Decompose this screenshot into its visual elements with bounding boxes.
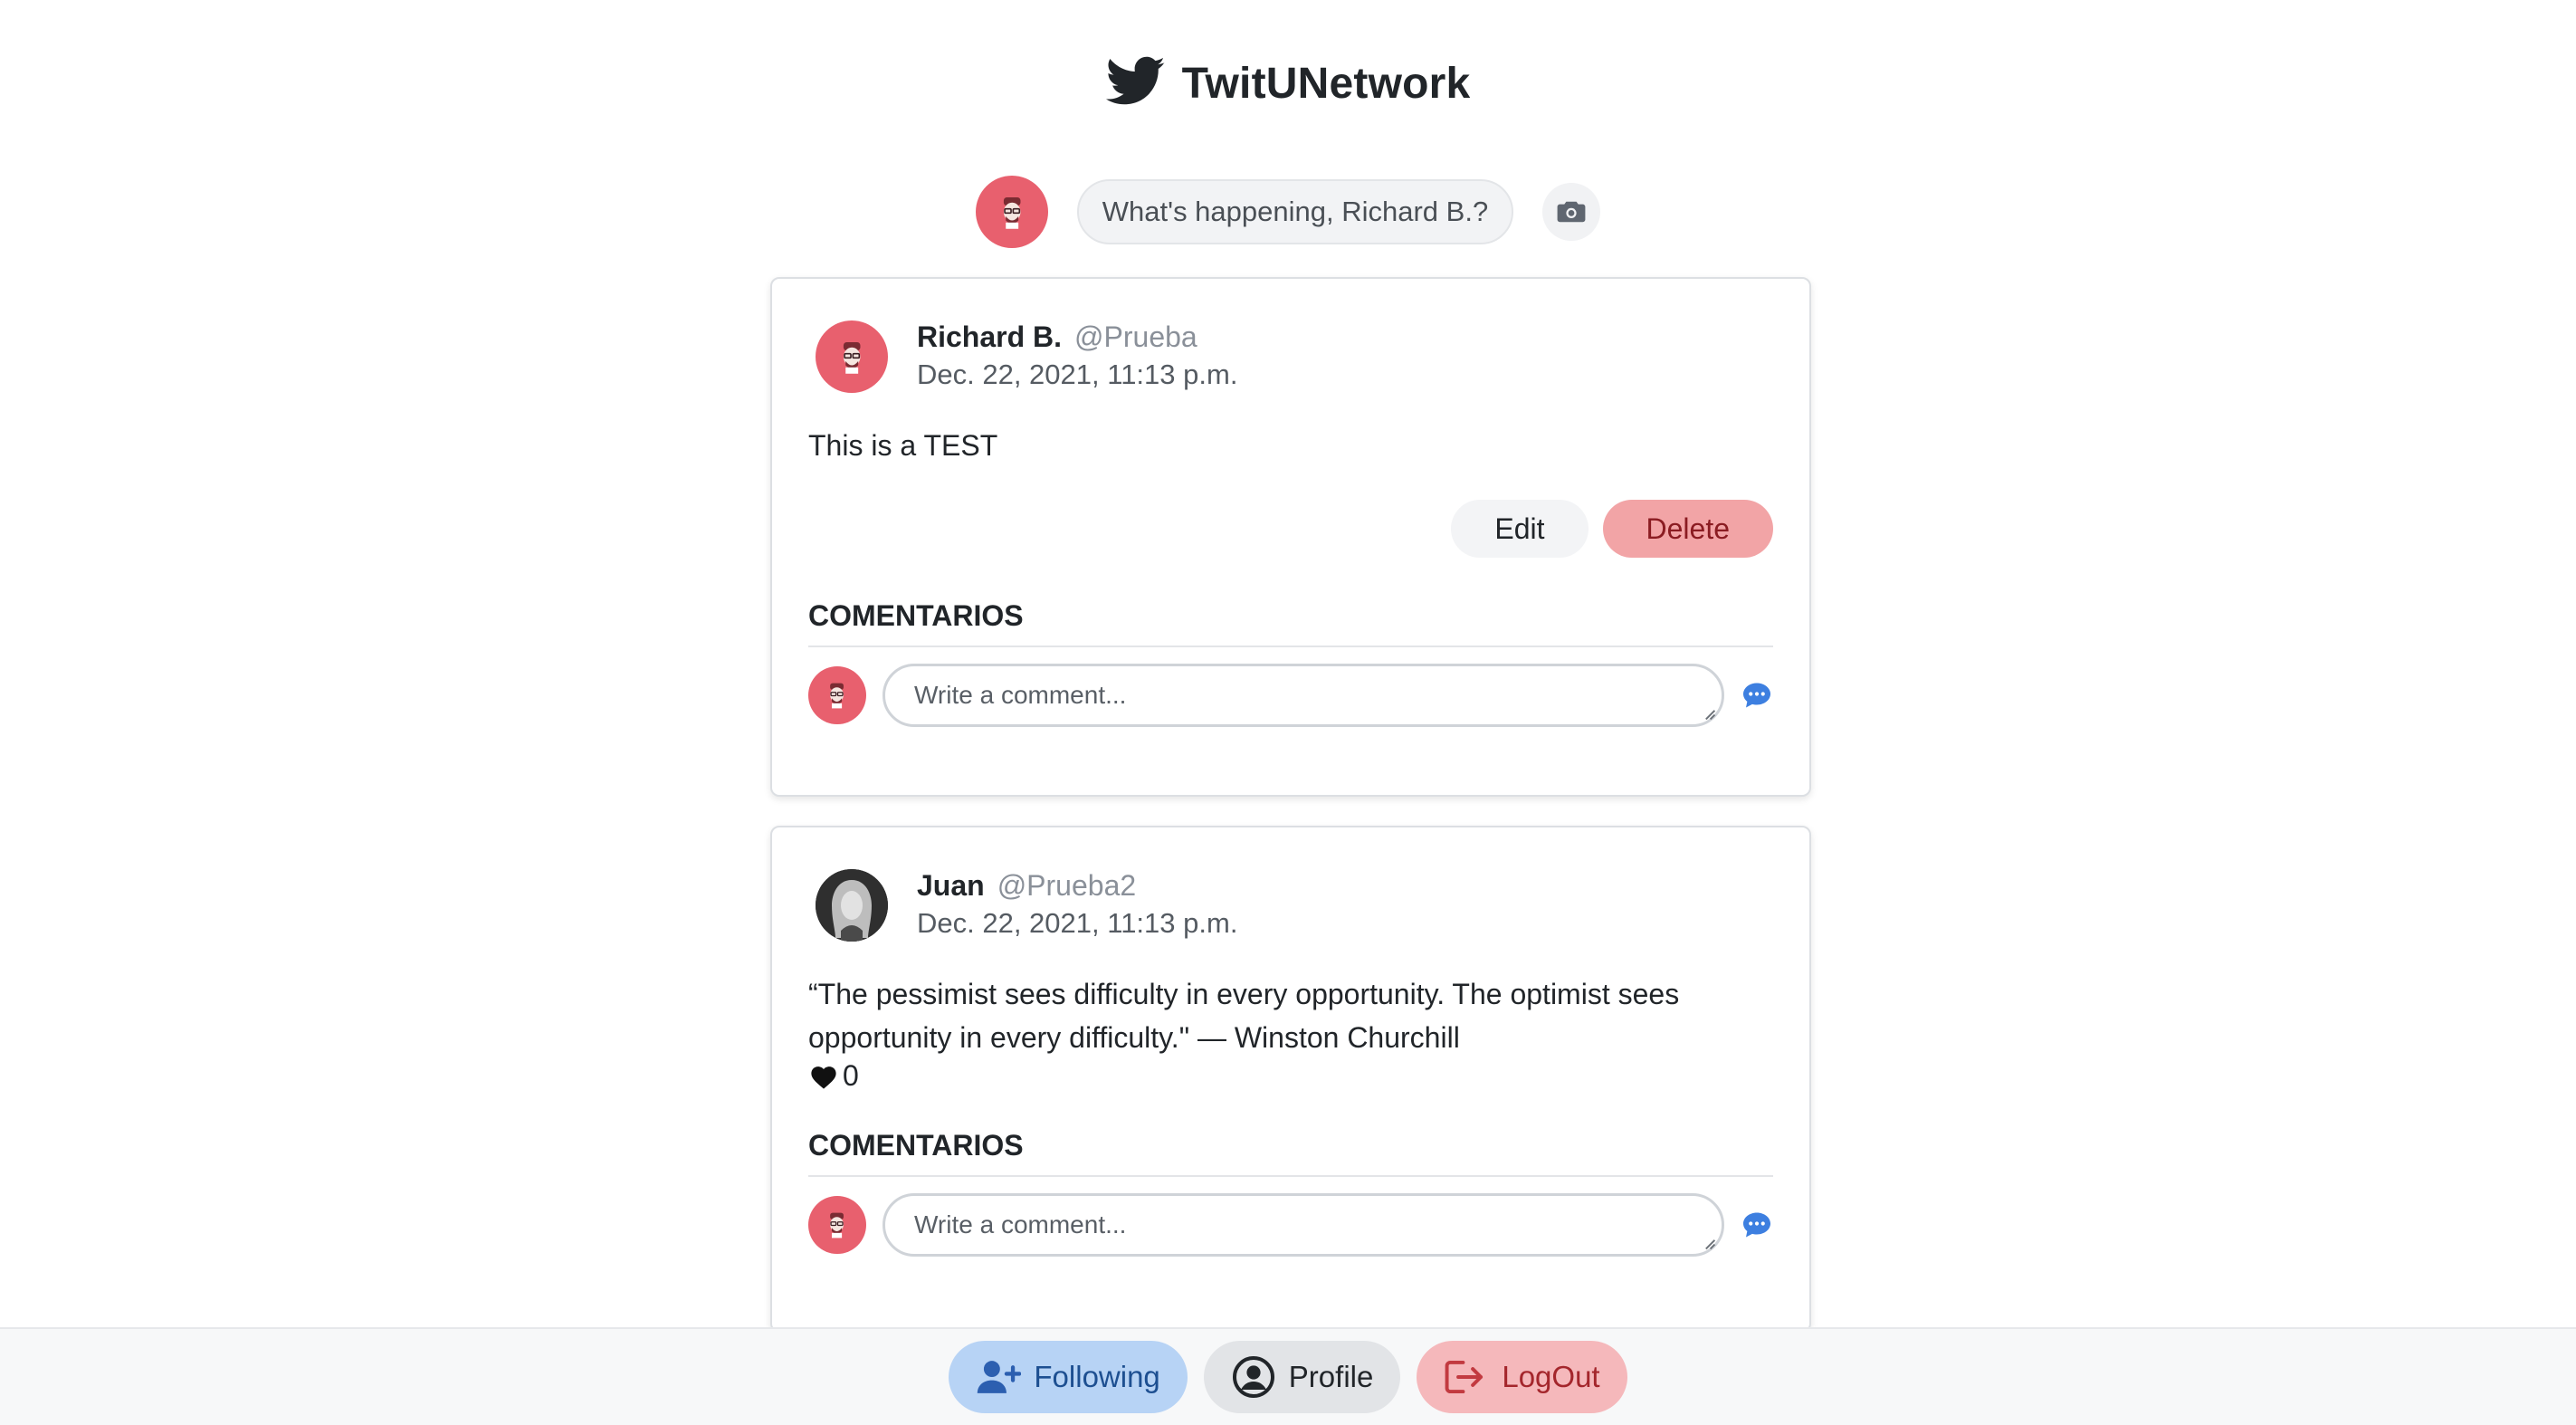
avatar xyxy=(975,176,1048,248)
bottom-nav: Following Profile LogOut xyxy=(0,1327,2576,1425)
author-name[interactable]: Richard B. xyxy=(917,320,1062,353)
user-avatar-icon xyxy=(843,341,861,374)
avatar[interactable] xyxy=(816,869,888,942)
post-date: Dec. 22, 2021, 11:13 p.m. xyxy=(917,907,1238,939)
logout-label: LogOut xyxy=(1502,1360,1600,1393)
comment-input[interactable]: Write a comment... xyxy=(883,1193,1724,1257)
post-text: This is a TEST xyxy=(808,429,998,462)
avatar xyxy=(808,1196,866,1254)
comment-placeholder: Write a comment... xyxy=(914,1210,1127,1239)
user-plus-icon xyxy=(978,1361,1022,1393)
like-count: 0 xyxy=(843,1059,859,1092)
comment-row: Write a comment... xyxy=(808,664,1773,727)
camera-button[interactable] xyxy=(1542,183,1601,241)
page: TwitUNetwork What's happening, Richard B… xyxy=(0,0,2576,1425)
delete-button[interactable]: Delete xyxy=(1602,500,1773,558)
post-actions: Edit Delete xyxy=(808,500,1773,558)
user-circle-icon xyxy=(1232,1356,1274,1398)
user-photo-icon xyxy=(816,869,888,942)
logout-icon xyxy=(1445,1360,1484,1394)
resize-grip-icon[interactable] xyxy=(1702,706,1716,721)
logout-button[interactable]: LogOut xyxy=(1417,1341,1627,1413)
camera-icon xyxy=(1557,201,1586,223)
post-composer: What's happening, Richard B.? xyxy=(0,176,2576,248)
chat-bubble-icon[interactable] xyxy=(1741,1209,1773,1241)
profile-label: Profile xyxy=(1288,1360,1374,1393)
following-button[interactable]: Following xyxy=(949,1341,1188,1413)
comment-placeholder: Write a comment... xyxy=(914,681,1127,709)
twitter-bird-icon xyxy=(1105,56,1166,111)
post-meta: Richard B. @Prueba Dec. 22, 2021, 11:13 p… xyxy=(917,319,1237,395)
comments-title: COMENTARIOS xyxy=(808,1129,1773,1177)
user-avatar-icon xyxy=(1003,196,1021,229)
author-handle[interactable]: @Prueba xyxy=(1074,320,1197,353)
user-avatar-icon xyxy=(830,684,844,709)
post-header: Juan @Prueba2 Dec. 22, 2021, 11:13 p.m. xyxy=(816,867,1773,943)
status-input[interactable]: What's happening, Richard B.? xyxy=(1076,179,1514,244)
profile-button[interactable]: Profile xyxy=(1203,1341,1401,1413)
post-date: Dec. 22, 2021, 11:13 p.m. xyxy=(917,359,1238,390)
comments-title: COMENTARIOS xyxy=(808,599,1773,647)
author-name[interactable]: Juan xyxy=(917,869,985,902)
post-card: Juan @Prueba2 Dec. 22, 2021, 11:13 p.m. “… xyxy=(770,826,1811,1333)
user-avatar-icon xyxy=(830,1213,844,1239)
like-counter[interactable]: 0 xyxy=(808,1059,1773,1093)
resize-grip-icon[interactable] xyxy=(1702,1236,1716,1250)
app-header: TwitUNetwork xyxy=(0,56,2576,111)
avatar[interactable] xyxy=(816,320,888,393)
post-meta: Juan @Prueba2 Dec. 22, 2021, 11:13 p.m. xyxy=(917,867,1237,943)
post-card: Richard B. @Prueba Dec. 22, 2021, 11:13 p… xyxy=(770,277,1811,797)
following-label: Following xyxy=(1034,1360,1160,1393)
post-header: Richard B. @Prueba Dec. 22, 2021, 11:13 p… xyxy=(816,319,1773,395)
edit-button[interactable]: Edit xyxy=(1451,500,1589,558)
comment-row: Write a comment... xyxy=(808,1193,1773,1257)
comment-input[interactable]: Write a comment... xyxy=(883,664,1724,727)
author-handle[interactable]: @Prueba2 xyxy=(997,869,1136,902)
avatar xyxy=(808,666,866,724)
heart-icon[interactable] xyxy=(808,1063,839,1090)
chat-bubble-icon[interactable] xyxy=(1741,679,1773,712)
post-text: “The pessimist sees difficulty in every … xyxy=(808,978,1680,1054)
app-title[interactable]: TwitUNetwork xyxy=(1182,59,1471,109)
